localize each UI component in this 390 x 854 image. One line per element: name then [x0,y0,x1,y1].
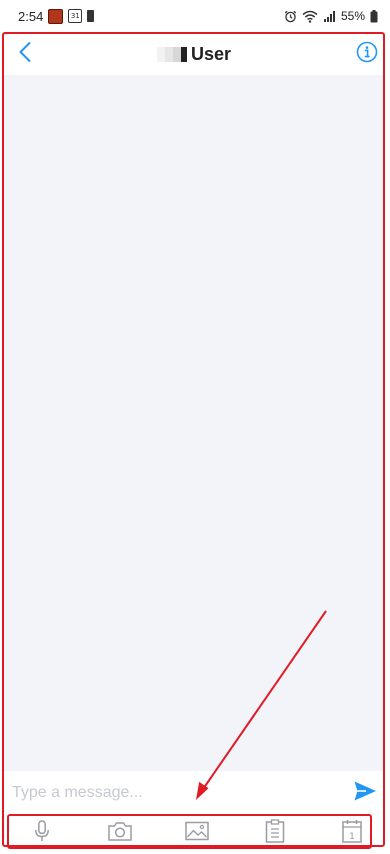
wifi-icon [302,10,318,23]
alarm-icon [284,10,297,23]
chat-title: User [156,43,232,65]
info-button[interactable] [354,41,380,67]
camera-icon [107,821,132,846]
send-icon [353,780,377,807]
camera-button[interactable] [106,819,134,847]
chat-title-text: User [190,43,232,64]
microphone-button[interactable] [28,819,56,847]
clipboard-button[interactable] [261,818,289,848]
info-icon [356,41,378,68]
message-input[interactable] [12,778,332,808]
chat-screen: 2:54 31 55% User Type a message... 1 [0,0,390,854]
microphone-icon [34,819,50,847]
clipboard-icon [265,818,285,848]
message-composer [4,771,384,815]
message-list[interactable] [4,75,384,771]
calendar-icon-day: 1 [349,832,355,842]
redacted-name [156,46,187,62]
battery-saver-icon [87,10,95,22]
calendar-icon: 1 [342,819,362,848]
battery-icon [370,9,378,23]
gallery-button[interactable] [183,819,211,847]
attachment-toolbar: 1 [4,815,384,851]
status-bar-right: 55% [284,9,378,23]
image-icon [185,821,209,846]
game-notification-icon [48,8,64,24]
chat-header: User [4,34,384,74]
status-time: 2:54 [18,8,44,24]
signal-icon [323,10,336,23]
battery-percent: 55% [340,9,365,23]
calendar-button[interactable]: 1 [338,819,366,847]
calendar-notification-icon: 31 [68,9,83,23]
status-bar: 2:54 31 55% [0,0,390,32]
send-button[interactable] [352,780,378,806]
chevron-left-icon [18,41,32,68]
back-button[interactable] [12,40,38,68]
status-bar-left: 2:54 31 [18,8,95,24]
